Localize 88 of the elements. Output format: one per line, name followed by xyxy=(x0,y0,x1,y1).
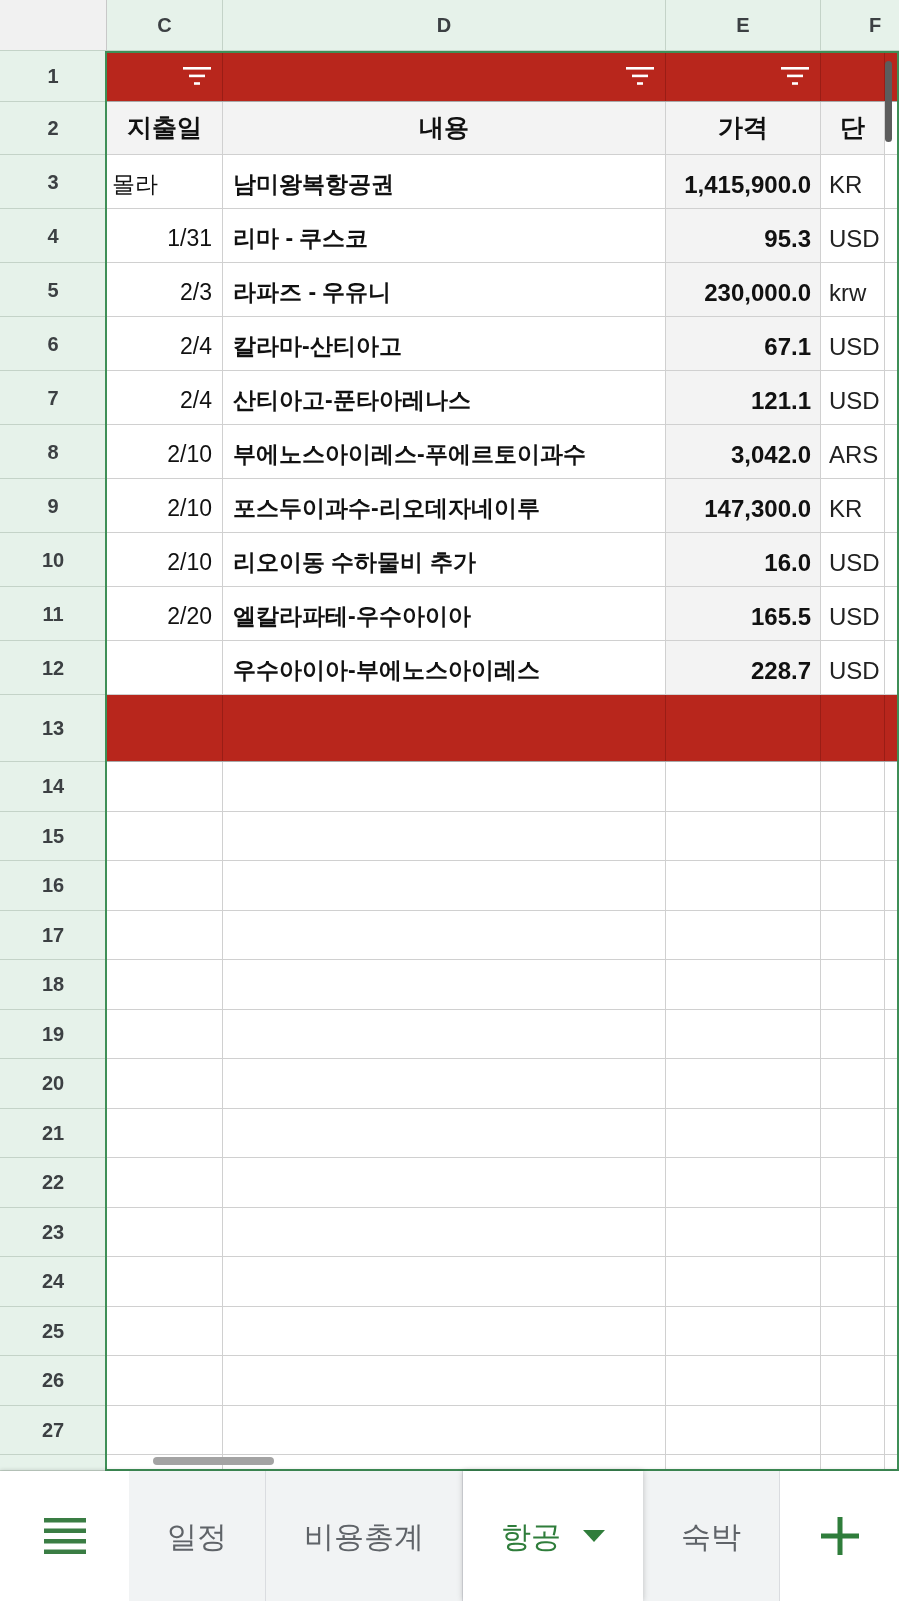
row-number[interactable]: 23 xyxy=(0,1207,107,1257)
row-number[interactable]: 5 xyxy=(0,263,107,317)
column-letter-header[interactable]: E xyxy=(666,0,821,50)
header-cell: 단 xyxy=(821,102,885,155)
row-number[interactable]: 8 xyxy=(0,425,107,479)
menu-icon[interactable] xyxy=(43,1518,86,1554)
column-letter-header[interactable]: F xyxy=(821,0,899,50)
description-cell[interactable]: 우수아이아-부에노스아이레스 xyxy=(223,641,666,695)
row-number[interactable]: 12 xyxy=(0,641,107,695)
description-cell[interactable]: 포스두이과수-리오데자네이루 xyxy=(223,479,666,533)
price-cell[interactable]: 67.1 xyxy=(666,317,821,371)
select-all-corner[interactable] xyxy=(0,0,107,50)
row-number[interactable]: 16 xyxy=(0,861,107,911)
price-cell[interactable]: 165.5 xyxy=(666,587,821,641)
row-number[interactable]: 27 xyxy=(0,1405,107,1455)
vertical-scrollbar[interactable] xyxy=(885,61,892,142)
row-number[interactable]: 24 xyxy=(0,1257,107,1307)
price-cell[interactable]: 1,415,900.0 xyxy=(666,155,821,209)
header-cell: 내용 xyxy=(223,102,666,155)
filter-icon[interactable] xyxy=(781,67,809,85)
date-cell[interactable]: 2/4 xyxy=(107,371,223,425)
header-cell: 가격 xyxy=(666,102,821,155)
currency-cell[interactable]: USD xyxy=(821,371,885,425)
description-cell[interactable]: 엘칼라파테-우수아이아 xyxy=(223,587,666,641)
row-number[interactable]: 3 xyxy=(0,155,107,209)
column-letter-header[interactable]: D xyxy=(223,0,666,50)
sheet-tab[interactable]: 일정 xyxy=(129,1471,266,1601)
date-cell[interactable]: 2/4 xyxy=(107,317,223,371)
date-cell[interactable]: 2/10 xyxy=(107,425,223,479)
row-number[interactable]: 14 xyxy=(0,762,107,812)
price-cell[interactable]: 95.3 xyxy=(666,209,821,263)
description-cell[interactable]: 남미왕복항공권 xyxy=(223,155,666,209)
currency-cell[interactable]: USD xyxy=(821,209,885,263)
sheet-tab[interactable]: 비용총계 xyxy=(266,1471,463,1601)
date-cell[interactable]: 2/20 xyxy=(107,587,223,641)
price-cell[interactable]: 230,000.0 xyxy=(666,263,821,317)
description-cell[interactable]: 라파즈 - 우유니 xyxy=(223,263,666,317)
currency-cell[interactable]: KR xyxy=(821,479,885,533)
row-number[interactable]: 21 xyxy=(0,1108,107,1158)
header-cell: 지출일 xyxy=(107,102,223,155)
description-cell[interactable]: 칼라마-산티아고 xyxy=(223,317,666,371)
currency-cell[interactable]: USD xyxy=(821,533,885,587)
row-number[interactable]: 6 xyxy=(0,317,107,371)
description-cell[interactable]: 산티아고-푼타아레나스 xyxy=(223,371,666,425)
date-cell[interactable]: 몰라 xyxy=(107,155,223,209)
column-letter-header[interactable]: C xyxy=(107,0,223,50)
currency-cell[interactable]: krw xyxy=(821,263,885,317)
row-number[interactable]: 18 xyxy=(0,960,107,1010)
row-number[interactable]: 9 xyxy=(0,479,107,533)
currency-cell[interactable]: KR xyxy=(821,155,885,209)
row-number[interactable]: 10 xyxy=(0,533,107,587)
currency-cell[interactable]: USD xyxy=(821,641,885,695)
row-number[interactable]: 1 xyxy=(0,51,107,102)
row-number[interactable]: 7 xyxy=(0,371,107,425)
row-number[interactable]: 11 xyxy=(0,587,107,641)
price-cell[interactable]: 121.1 xyxy=(666,371,821,425)
currency-cell[interactable]: USD xyxy=(821,317,885,371)
horizontal-scrollbar[interactable] xyxy=(153,1457,274,1465)
date-cell[interactable]: 1/31 xyxy=(107,209,223,263)
row-number[interactable]: 20 xyxy=(0,1059,107,1109)
price-cell[interactable]: 147,300.0 xyxy=(666,479,821,533)
row-header[interactable] xyxy=(0,1455,107,1471)
row-number[interactable]: 17 xyxy=(0,910,107,960)
date-cell[interactable]: 2/10 xyxy=(107,533,223,587)
add-icon[interactable] xyxy=(820,1517,859,1555)
row-number[interactable]: 22 xyxy=(0,1158,107,1208)
row-number[interactable]: 19 xyxy=(0,1009,107,1059)
description-cell[interactable]: 부에노스아이레스-푸에르토이과수 xyxy=(223,425,666,479)
row-number[interactable]: 25 xyxy=(0,1306,107,1356)
price-cell[interactable]: 3,042.0 xyxy=(666,425,821,479)
description-cell[interactable]: 리마 - 쿠스코 xyxy=(223,209,666,263)
filter-icon[interactable] xyxy=(183,67,211,85)
price-cell[interactable]: 228.7 xyxy=(666,641,821,695)
date-cell[interactable]: 2/3 xyxy=(107,263,223,317)
row-number[interactable]: 4 xyxy=(0,209,107,263)
currency-cell[interactable]: ARS xyxy=(821,425,885,479)
row-number[interactable]: 26 xyxy=(0,1356,107,1406)
sheet-tab[interactable]: 숙박 xyxy=(643,1471,780,1601)
filter-icon[interactable] xyxy=(626,67,654,85)
sheet-tab[interactable]: 항공 xyxy=(463,1471,643,1601)
currency-cell[interactable]: USD xyxy=(821,587,885,641)
date-cell[interactable]: 2/10 xyxy=(107,479,223,533)
row-number[interactable]: 2 xyxy=(0,102,107,155)
description-cell[interactable]: 리오이동 수하물비 추가 xyxy=(223,533,666,587)
row-number[interactable]: 15 xyxy=(0,811,107,861)
price-cell[interactable]: 16.0 xyxy=(666,533,821,587)
caret-icon[interactable] xyxy=(583,1530,605,1542)
row-number[interactable]: 13 xyxy=(0,695,107,762)
